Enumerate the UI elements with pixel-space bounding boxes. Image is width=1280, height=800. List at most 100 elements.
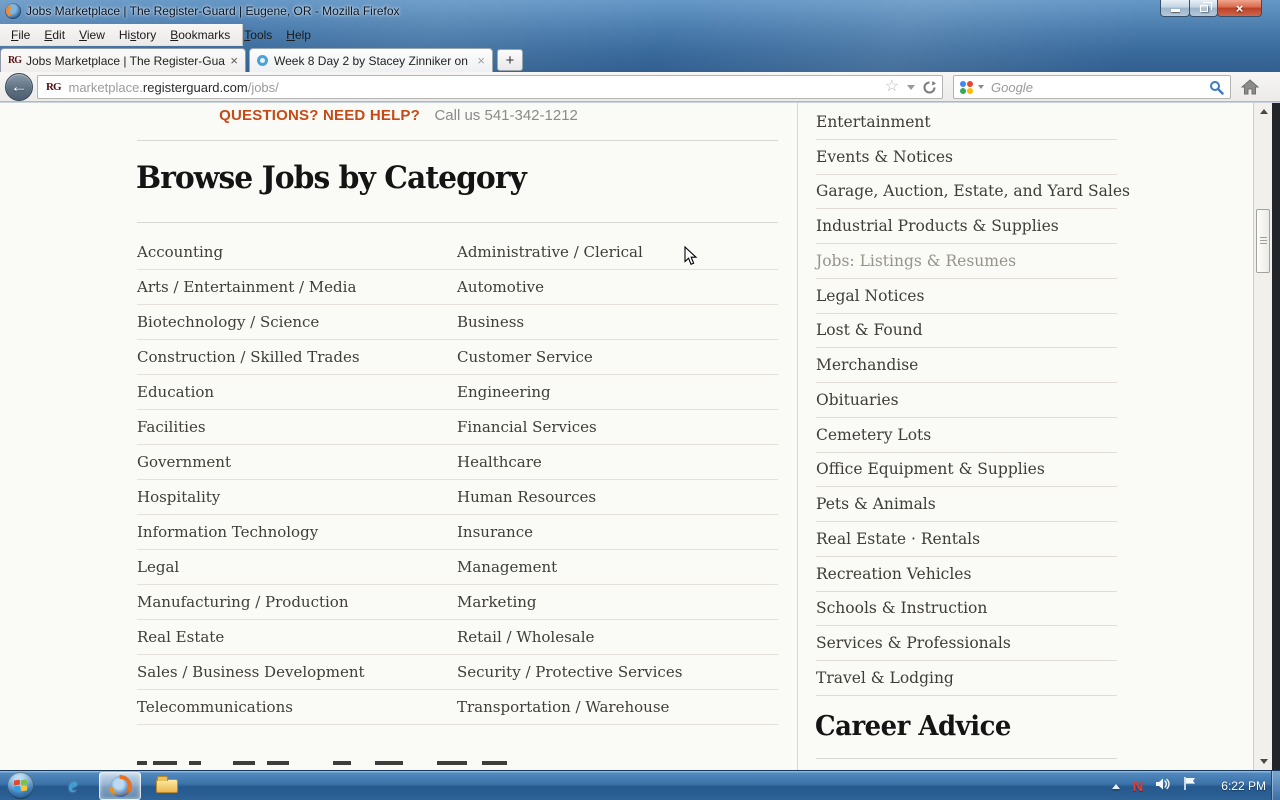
job-category-link[interactable]: Customer Service [457, 348, 593, 366]
sidebar-item[interactable]: Lost & Found [816, 314, 1117, 349]
titlebar[interactable]: Jobs Marketplace | The Register-Guard | … [0, 0, 1280, 24]
url-bar[interactable]: RG marketplace.registerguard.com/jobs/ ☆ [37, 75, 943, 99]
job-category-link[interactable]: Marketing [457, 593, 537, 611]
restore-button[interactable] [1189, 0, 1218, 17]
show-hidden-icons-button[interactable] [1112, 784, 1120, 789]
clock[interactable]: 6:22 PM [1209, 779, 1266, 793]
job-category-link[interactable]: Accounting [137, 243, 223, 261]
volume-icon[interactable] [1155, 777, 1171, 796]
job-category-link[interactable]: Automotive [457, 278, 544, 296]
job-category-link[interactable]: Facilities [137, 418, 206, 436]
start-button[interactable] [7, 772, 34, 799]
navigation-toolbar: ← RG marketplace.registerguard.com/jobs/… [0, 72, 1280, 102]
search-box[interactable]: Google [953, 75, 1231, 99]
sidebar-item[interactable]: Recreation Vehicles [816, 557, 1117, 592]
menu-file[interactable]: File [4, 26, 37, 44]
vertical-scrollbar[interactable] [1253, 103, 1272, 770]
google-icon[interactable] [960, 81, 973, 94]
job-category-link[interactable]: Hospitality [137, 488, 220, 506]
screen: Jobs Marketplace | The Register-Guard | … [0, 0, 1280, 800]
sidebar-item[interactable]: Travel & Lodging [816, 661, 1117, 696]
career-advice-heading: Career Advice [815, 711, 1011, 742]
sidebar-item[interactable]: Industrial Products & Supplies [816, 209, 1117, 244]
menu-help[interactable]: Help [279, 26, 318, 44]
menu-view[interactable]: View [72, 26, 112, 44]
sidebar-item[interactable]: Obituaries [816, 383, 1117, 418]
internet-explorer-button[interactable]: e [58, 771, 88, 800]
reload-icon[interactable] [923, 81, 936, 94]
job-category-link[interactable]: Sales / Business Development [137, 663, 365, 681]
register-guard-favicon: RG [8, 55, 21, 66]
scroll-up-button[interactable] [1254, 103, 1273, 120]
job-category-link[interactable]: Manufacturing / Production [137, 593, 349, 611]
job-category-link[interactable]: Education [137, 383, 214, 401]
help-question-text[interactable]: QUESTIONS? NEED HELP? [219, 107, 420, 124]
search-input[interactable]: Google [991, 80, 1209, 95]
firefox-icon [110, 776, 131, 797]
home-icon [1241, 79, 1259, 95]
job-category-link[interactable]: Security / Protective Services [457, 663, 682, 681]
job-category-link[interactable]: Transportation / Warehouse [457, 698, 669, 716]
job-category-link[interactable]: Business [457, 313, 524, 331]
notification-n-icon[interactable]: N [1132, 778, 1143, 795]
sidebar-item[interactable]: Pets & Animals [816, 487, 1117, 522]
tab-week8-day2[interactable]: Week 8 Day 2 by Stacey Zinniker on P... … [249, 48, 493, 72]
sidebar-item[interactable]: Schools & Instruction [816, 592, 1117, 627]
sidebar-item[interactable]: Garage, Auction, Estate, and Yard Sales [816, 175, 1117, 210]
job-category-link[interactable]: Government [137, 453, 231, 471]
job-category-link[interactable]: Arts / Entertainment / Media [137, 278, 356, 296]
job-category-link[interactable]: Human Resources [457, 488, 596, 506]
job-category-link[interactable]: Healthcare [457, 453, 542, 471]
firefox-taskbar-button[interactable] [99, 772, 141, 800]
menu-tools[interactable]: Tools [237, 26, 279, 44]
tab-close-icon[interactable]: × [230, 54, 238, 67]
job-category-link[interactable]: Management [457, 558, 557, 576]
sidebar-item[interactable]: Events & Notices [816, 140, 1117, 175]
search-go-icon[interactable] [1209, 80, 1224, 95]
job-category-link[interactable]: Real Estate [137, 628, 224, 646]
scroll-down-button[interactable] [1254, 753, 1273, 770]
job-category-link[interactable]: Legal [137, 558, 179, 576]
tab-jobs-marketplace[interactable]: RG Jobs Marketplace | The Register-Guar.… [0, 48, 246, 72]
bookmark-star-icon[interactable]: ☆ [885, 79, 899, 95]
search-engine-dropdown-icon[interactable] [978, 85, 984, 89]
sidebar-item[interactable]: Cemetery Lots [816, 418, 1117, 453]
job-category-link[interactable]: Construction / Skilled Trades [137, 348, 360, 366]
url-dropdown-icon[interactable] [907, 85, 915, 90]
home-button[interactable] [1237, 75, 1263, 99]
sidebar-item[interactable]: Entertainment [816, 105, 1117, 140]
minimize-button[interactable] [1160, 0, 1190, 17]
job-category-link[interactable]: Financial Services [457, 418, 597, 436]
job-category-link[interactable]: Administrative / Clerical [457, 243, 643, 261]
job-category-link[interactable]: Retail / Wholesale [457, 628, 594, 646]
back-button[interactable]: ← [5, 73, 33, 101]
menu-bookmarks[interactable]: Bookmarks [163, 26, 237, 44]
close-button[interactable]: × [1217, 0, 1262, 17]
firefox-app-icon [5, 3, 21, 19]
explorer-button[interactable] [152, 771, 182, 800]
menu-history[interactable]: History [112, 26, 163, 44]
scrollbar-thumb[interactable] [1256, 209, 1270, 273]
job-category-link[interactable]: Information Technology [137, 523, 318, 541]
job-category-link[interactable]: Insurance [457, 523, 533, 541]
sidebar-item[interactable]: Merchandise [816, 348, 1117, 383]
menu-edit[interactable]: Edit [37, 26, 72, 44]
job-category-link[interactable]: Telecommunications [137, 698, 293, 716]
divider [816, 758, 1117, 759]
show-desktop-button[interactable] [1271, 771, 1280, 800]
help-bar: QUESTIONS? NEED HELP? Call us 541-342-12… [0, 107, 797, 125]
menu-bar-items: FileEditViewHistoryBookmarksToolsHelp [0, 24, 243, 46]
job-category-row: Legal Management [137, 550, 778, 585]
sidebar-item[interactable]: Real Estate · Rentals [816, 522, 1117, 557]
job-category-link[interactable]: Biotechnology / Science [137, 313, 319, 331]
job-category-link[interactable]: Engineering [457, 383, 551, 401]
tab-close-icon[interactable]: × [477, 54, 485, 67]
sidebar-item[interactable]: Office Equipment & Supplies [816, 453, 1117, 488]
sidebar-item[interactable]: Services & Professionals [816, 626, 1117, 661]
action-center-flag-icon[interactable] [1183, 776, 1197, 796]
sidebar-item[interactable]: Legal Notices [816, 279, 1117, 314]
url-text[interactable]: marketplace.registerguard.com/jobs/ [69, 80, 885, 95]
prezi-favicon [257, 55, 268, 66]
sidebar-item[interactable]: Jobs: Listings & Resumes [816, 244, 1117, 279]
new-tab-button[interactable]: + [497, 49, 523, 71]
